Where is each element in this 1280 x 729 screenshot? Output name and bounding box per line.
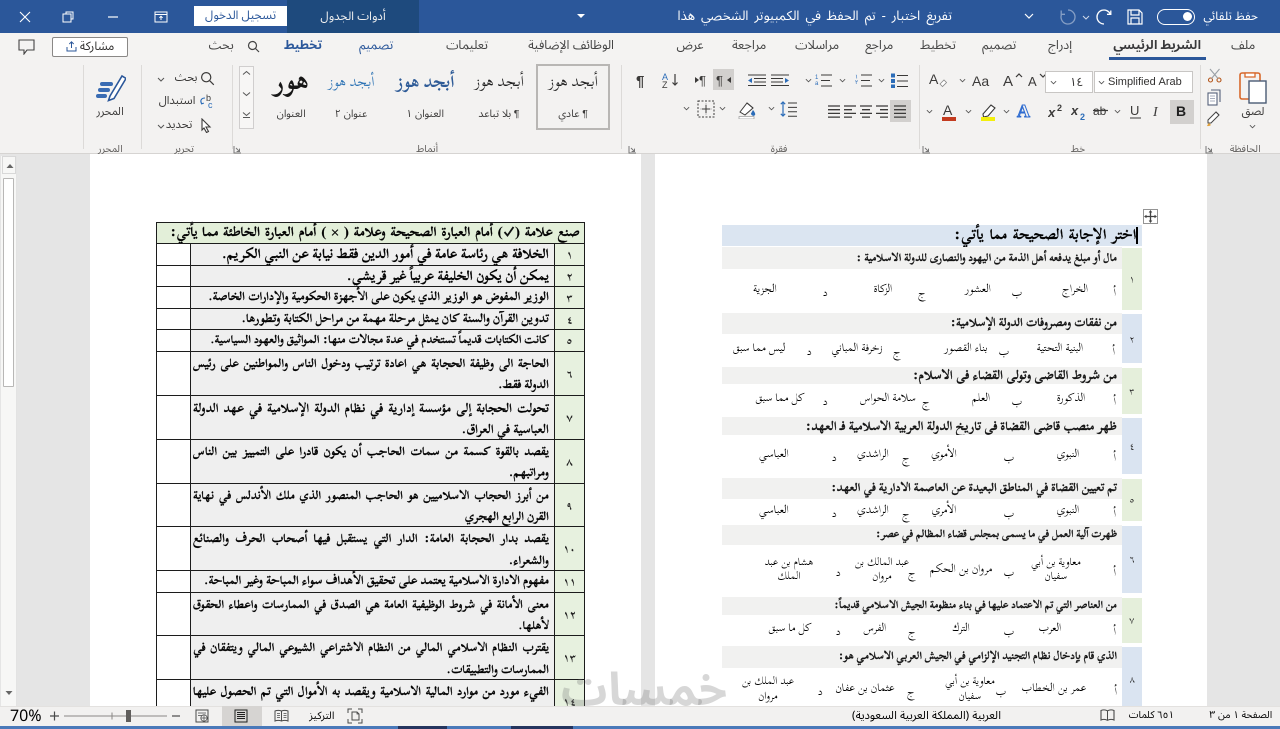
svg-text:c: c (208, 100, 213, 109)
svg-text:A: A (1017, 101, 1030, 121)
svg-text:¶: ¶ (636, 73, 644, 88)
svg-text:A: A (929, 71, 939, 87)
svg-text:Aa: Aa (972, 73, 989, 88)
svg-text:٢: ٢ (855, 80, 858, 86)
svg-text:A: A (1028, 74, 1037, 88)
svg-text:a: a (815, 81, 819, 87)
svg-text:¶: ¶ (716, 73, 723, 87)
svg-text:U: U (1130, 103, 1139, 118)
svg-text:2: 2 (1057, 103, 1062, 113)
svg-text:A: A (1003, 73, 1013, 88)
svg-text:B: B (1176, 103, 1186, 119)
svg-text:Z: Z (662, 80, 668, 89)
svg-text:I: I (1152, 105, 1159, 119)
svg-text:2: 2 (1080, 112, 1085, 121)
svg-text:A: A (943, 102, 953, 118)
svg-text:¶: ¶ (699, 73, 706, 87)
svg-text:x: x (1048, 105, 1056, 120)
svg-text:x: x (1071, 103, 1079, 118)
